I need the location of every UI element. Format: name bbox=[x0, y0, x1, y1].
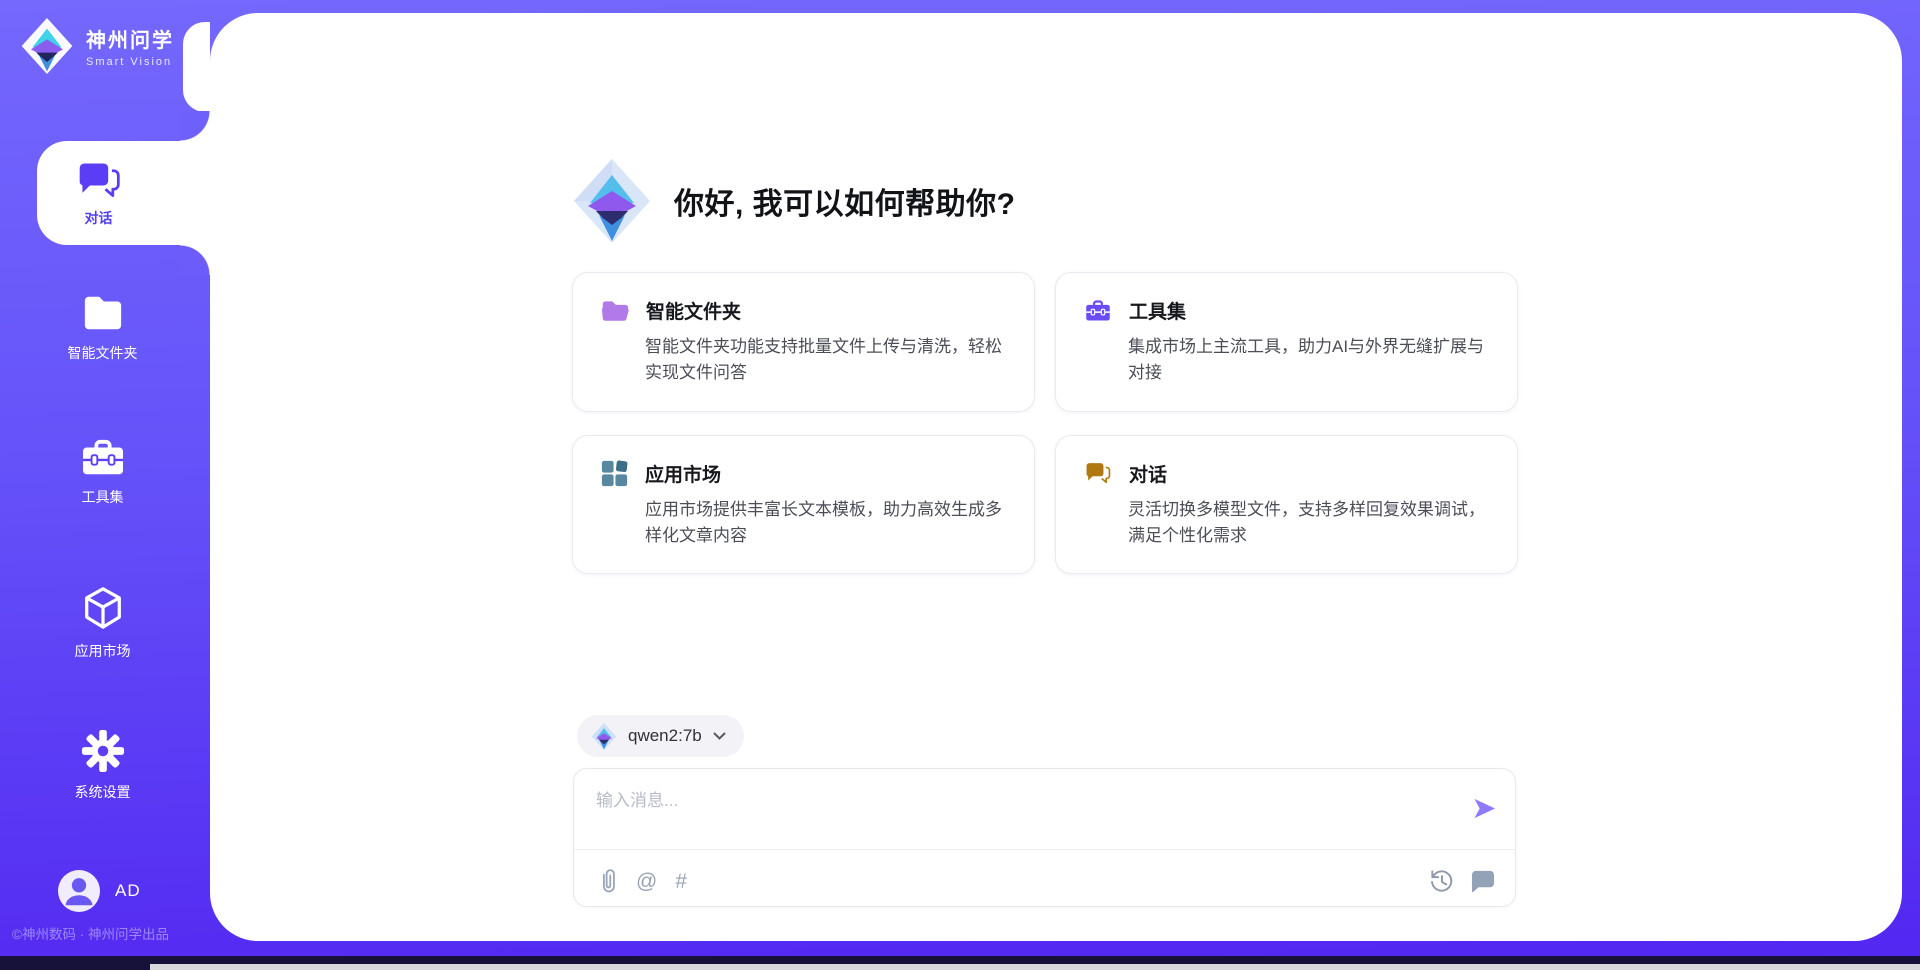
chevron-down-icon bbox=[713, 732, 726, 740]
sidebar-footer: ©神州数码 · 神州问学出品 bbox=[12, 923, 169, 943]
mention-icon[interactable]: @ bbox=[636, 870, 657, 894]
sidebar-item-app-market[interactable]: 应用市场 bbox=[0, 584, 205, 661]
avatar bbox=[58, 870, 100, 912]
card-title: 智能文件夹 bbox=[646, 297, 741, 324]
brand-logo: 神州问学 Smart Vision bbox=[20, 18, 174, 74]
folder-icon bbox=[79, 292, 127, 334]
window-bottom-edge-left bbox=[0, 956, 150, 970]
feedback-icon[interactable] bbox=[1470, 869, 1495, 892]
topic-icon[interactable]: # bbox=[675, 870, 687, 894]
message-composer: @ # bbox=[573, 768, 1516, 907]
card-smart-folder[interactable]: 智能文件夹 智能文件夹功能支持批量文件上传与清洗，轻松实现文件问答 bbox=[572, 272, 1035, 412]
greeting: 你好, 我可以如何帮助你? bbox=[572, 159, 1016, 243]
greeting-title: 你好, 我可以如何帮助你? bbox=[674, 179, 1016, 223]
horizontal-scrollbar[interactable] bbox=[150, 964, 1920, 970]
active-tab-flare-bottom bbox=[180, 245, 210, 275]
main-panel: 你好, 我可以如何帮助你? 智能文件夹 智能文件夹功能支持批量文件上传与清洗，轻… bbox=[210, 13, 1902, 941]
card-title: 对话 bbox=[1129, 460, 1167, 487]
model-name: qwen2:7b bbox=[628, 726, 702, 746]
sidebar-item-settings[interactable]: 系统设置 bbox=[0, 729, 205, 802]
sidebar-item-label: 系统设置 bbox=[75, 782, 131, 802]
card-title: 应用市场 bbox=[645, 460, 721, 487]
history-icon[interactable] bbox=[1428, 867, 1455, 894]
sidebar-item-label: 对话 bbox=[85, 208, 113, 228]
model-selector[interactable]: qwen2:7b bbox=[577, 715, 744, 757]
brand-gem-icon bbox=[20, 18, 74, 74]
chat-icon bbox=[1084, 461, 1112, 485]
card-description: 智能文件夹功能支持批量文件上传与清洗，轻松实现文件问答 bbox=[645, 334, 1014, 387]
window-bottom-edge bbox=[0, 956, 1920, 964]
brand-subtitle: Smart Vision bbox=[86, 56, 174, 68]
card-description: 灵活切换多模型文件，支持多样回复效果调试，满足个性化需求 bbox=[1128, 497, 1497, 550]
chat-icon bbox=[76, 159, 122, 201]
panel-top-curve bbox=[183, 22, 210, 112]
cube-icon bbox=[80, 584, 126, 632]
card-chat[interactable]: 对话 灵活切换多模型文件，支持多样回复效果调试，满足个性化需求 bbox=[1055, 435, 1518, 575]
card-app-market[interactable]: 应用市场 应用市场提供丰富长文本模板，助力高效生成多样化文章内容 bbox=[572, 435, 1035, 575]
sidebar-item-label: 智能文件夹 bbox=[68, 343, 138, 363]
model-logo-icon bbox=[591, 723, 617, 750]
sidebar-item-label: 工具集 bbox=[82, 487, 124, 507]
send-icon[interactable] bbox=[1472, 797, 1497, 820]
card-description: 集成市场上主流工具，助力AI与外界无缝扩展与对接 bbox=[1128, 334, 1497, 387]
sidebar-item-toolset[interactable]: 工具集 bbox=[0, 438, 205, 507]
user-initials: AD bbox=[115, 881, 141, 901]
sidebar-item-chat[interactable]: 对话 bbox=[37, 141, 210, 245]
gear-icon bbox=[81, 729, 125, 773]
sidebar-item-smart-folder[interactable]: 智能文件夹 bbox=[0, 292, 205, 363]
brand-name: 神州问学 bbox=[86, 24, 174, 53]
composer-divider bbox=[574, 849, 1515, 850]
attach-icon[interactable] bbox=[598, 867, 618, 896]
user-account[interactable]: AD bbox=[58, 870, 141, 912]
folder-icon bbox=[601, 298, 629, 324]
card-toolset[interactable]: 工具集 集成市场上主流工具，助力AI与外界无缝扩展与对接 bbox=[1055, 272, 1518, 412]
message-input[interactable] bbox=[596, 783, 1456, 819]
sidebar-item-label: 应用市场 bbox=[75, 641, 131, 661]
card-title: 工具集 bbox=[1129, 297, 1186, 324]
card-description: 应用市场提供丰富长文本模板，助力高效生成多样化文章内容 bbox=[645, 497, 1014, 550]
grid-icon bbox=[601, 460, 628, 487]
feature-cards: 智能文件夹 智能文件夹功能支持批量文件上传与清洗，轻松实现文件问答 工具集 集成… bbox=[572, 272, 1518, 574]
toolbox-icon bbox=[1084, 299, 1112, 323]
toolbox-icon bbox=[79, 438, 127, 478]
active-tab-flare-top bbox=[180, 111, 210, 141]
assistant-gem-icon bbox=[572, 159, 652, 243]
